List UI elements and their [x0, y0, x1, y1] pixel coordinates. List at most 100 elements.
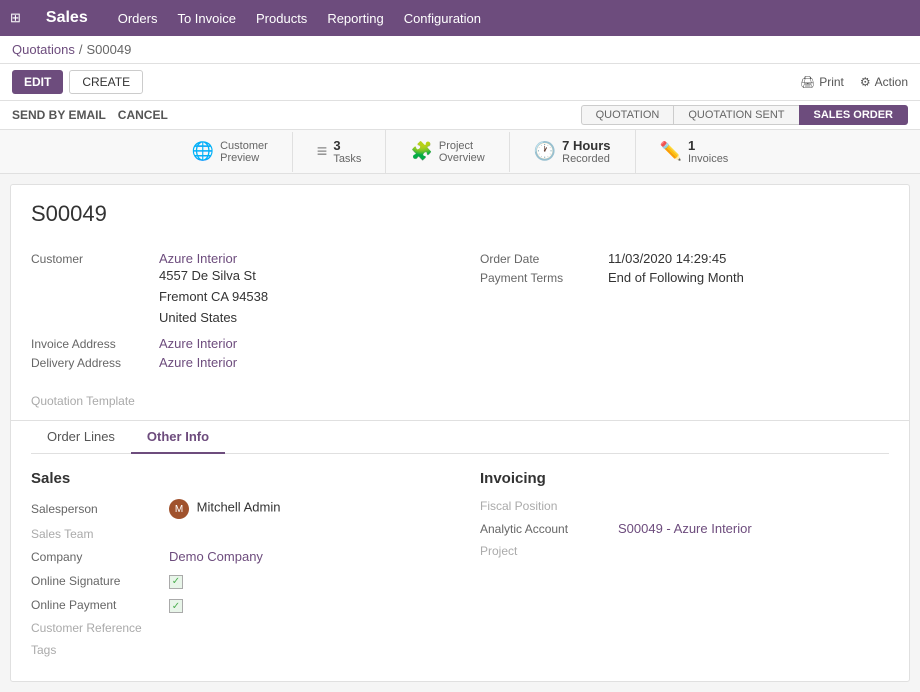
invoicing-section-title: Invoicing: [480, 470, 889, 487]
salesperson-value: M Mitchell Admin: [169, 499, 280, 519]
top-nav: ⊞ Sales Orders To Invoice Products Repor…: [0, 0, 920, 36]
tags-label: Tags: [31, 643, 161, 657]
customer-address: 4557 De Silva St Fremont CA 94538 United…: [159, 266, 268, 328]
gear-icon: ⚙: [860, 75, 871, 89]
analytic-account-link[interactable]: S00049 - Azure Interior: [618, 521, 752, 536]
online-signature-checkbox[interactable]: ✓: [169, 575, 183, 589]
edit-button[interactable]: EDIT: [12, 70, 63, 94]
online-signature-label: Online Signature: [31, 574, 161, 588]
project-label: Project: [480, 544, 610, 558]
tab-content-other-info: Sales Salesperson M Mitchell Admin Sales…: [11, 454, 909, 681]
sales-section-title: Sales: [31, 470, 440, 487]
company-value: Demo Company: [169, 549, 263, 564]
customer-field-group: Customer Azure Interior 4557 De Silva St…: [31, 251, 440, 374]
print-button[interactable]: 🖨 Print: [800, 75, 844, 89]
online-signature-value: ✓: [169, 572, 183, 589]
analytic-account-value: S00049 - Azure Interior: [618, 521, 752, 536]
stat-tasks[interactable]: ≡ 3 Tasks: [293, 130, 387, 173]
nav-products[interactable]: Products: [256, 11, 307, 26]
payment-terms-label: Payment Terms: [480, 270, 600, 285]
globe-icon: 🌐: [192, 141, 214, 162]
sales-team-field: Sales Team: [31, 527, 440, 541]
tabs: Order Lines Other Info: [11, 420, 909, 453]
delivery-address-value: Azure Interior: [159, 355, 237, 370]
fiscal-position-label: Fiscal Position: [480, 499, 610, 513]
order-date-label: Order Date: [480, 251, 600, 266]
action-button[interactable]: ⚙ Action: [860, 75, 908, 89]
customer-label: Customer: [31, 251, 151, 266]
delivery-address-link[interactable]: Azure Interior: [159, 355, 237, 370]
online-payment-value: ✓: [169, 597, 183, 614]
online-signature-field: Online Signature ✓: [31, 572, 440, 589]
nav-configuration[interactable]: Configuration: [404, 11, 481, 26]
payment-terms-value: End of Following Month: [608, 270, 744, 285]
breadcrumb-current: S00049: [87, 42, 132, 57]
tasks-icon: ≡: [317, 141, 328, 162]
breadcrumb-parent[interactable]: Quotations: [12, 42, 75, 57]
stat-project-overview[interactable]: 🧩 Project Overview: [386, 132, 509, 172]
invoicing-section: Invoicing Fiscal Position Analytic Accou…: [480, 470, 889, 665]
tab-other-info[interactable]: Other Info: [131, 421, 225, 454]
stats-bar: 🌐 Customer Preview ≡ 3 Tasks 🧩 Project O…: [0, 130, 920, 174]
invoice-icon: ✏️: [660, 141, 682, 162]
puzzle-icon: 🧩: [410, 141, 432, 162]
nav-orders[interactable]: Orders: [118, 11, 158, 26]
invoice-address-row: Invoice Address Azure Interior: [31, 336, 440, 351]
breadcrumb: Quotations / S00049: [0, 36, 920, 64]
order-date-field-group: Order Date 11/03/2020 14:29:45 Payment T…: [480, 251, 889, 374]
status-steps: QUOTATION QUOTATION SENT SALES ORDER: [581, 105, 908, 125]
company-field: Company Demo Company: [31, 549, 440, 564]
status-step-quotation[interactable]: QUOTATION: [581, 105, 674, 125]
cancel-button[interactable]: CANCEL: [118, 108, 168, 122]
fiscal-position-field: Fiscal Position: [480, 499, 889, 513]
invoice-address-label: Invoice Address: [31, 336, 151, 351]
online-payment-field: Online Payment ✓: [31, 597, 440, 614]
delivery-address-row: Delivery Address Azure Interior: [31, 355, 440, 370]
print-icon: 🖨: [800, 75, 815, 89]
invoice-address-value: Azure Interior: [159, 336, 237, 351]
quotation-template: Quotation Template: [11, 390, 909, 420]
customer-row: Customer Azure Interior 4557 De Silva St…: [31, 251, 440, 328]
customer-reference-field: Customer Reference: [31, 621, 440, 635]
customer-value: Azure Interior 4557 De Silva St Fremont …: [159, 251, 268, 328]
customer-link[interactable]: Azure Interior: [159, 251, 237, 266]
tab-order-lines[interactable]: Order Lines: [31, 421, 131, 454]
status-step-sales-order[interactable]: SALES ORDER: [799, 105, 908, 125]
online-payment-checkbox[interactable]: ✓: [169, 599, 183, 613]
app-title: Sales: [46, 9, 88, 27]
online-payment-label: Online Payment: [31, 598, 161, 612]
breadcrumb-separator: /: [79, 42, 83, 57]
nav-reporting[interactable]: Reporting: [327, 11, 383, 26]
analytic-account-field: Analytic Account S00049 - Azure Interior: [480, 521, 889, 536]
main-content: S00049 Customer Azure Interior 4557 De S…: [10, 184, 910, 682]
analytic-account-label: Analytic Account: [480, 522, 610, 536]
stat-invoices[interactable]: ✏️ 1 Invoices: [636, 130, 753, 173]
payment-terms-row: Payment Terms End of Following Month: [480, 270, 889, 285]
company-link[interactable]: Demo Company: [169, 549, 263, 564]
company-label: Company: [31, 550, 161, 564]
avatar: M: [169, 499, 189, 519]
stat-hours-recorded[interactable]: 🕐 7 Hours Recorded: [510, 130, 636, 173]
status-step-quotation-sent[interactable]: QUOTATION SENT: [673, 105, 798, 125]
send-by-email-button[interactable]: SEND BY EMAIL: [12, 108, 106, 122]
sales-section: Sales Salesperson M Mitchell Admin Sales…: [31, 470, 440, 665]
order-header: S00049: [11, 185, 909, 251]
app-grid-icon[interactable]: ⊞: [10, 10, 21, 26]
tags-field: Tags: [31, 643, 440, 657]
sales-team-label: Sales Team: [31, 527, 161, 541]
stat-customer-preview[interactable]: 🌐 Customer Preview: [168, 132, 293, 172]
delivery-address-label: Delivery Address: [31, 355, 151, 370]
status-bar: SEND BY EMAIL CANCEL QUOTATION QUOTATION…: [0, 101, 920, 130]
project-field: Project: [480, 544, 889, 558]
order-date-row: Order Date 11/03/2020 14:29:45: [480, 251, 889, 266]
customer-reference-label: Customer Reference: [31, 621, 161, 635]
order-date-value: 11/03/2020 14:29:45: [608, 251, 726, 266]
create-button[interactable]: CREATE: [69, 70, 143, 94]
action-bar: EDIT CREATE 🖨 Print ⚙ Action: [0, 64, 920, 101]
salesperson-label: Salesperson: [31, 502, 161, 516]
salesperson-field: Salesperson M Mitchell Admin: [31, 499, 440, 519]
nav-to-invoice[interactable]: To Invoice: [177, 11, 236, 26]
invoice-address-link[interactable]: Azure Interior: [159, 336, 237, 351]
clock-icon: 🕐: [534, 141, 556, 162]
order-title: S00049: [31, 201, 889, 227]
